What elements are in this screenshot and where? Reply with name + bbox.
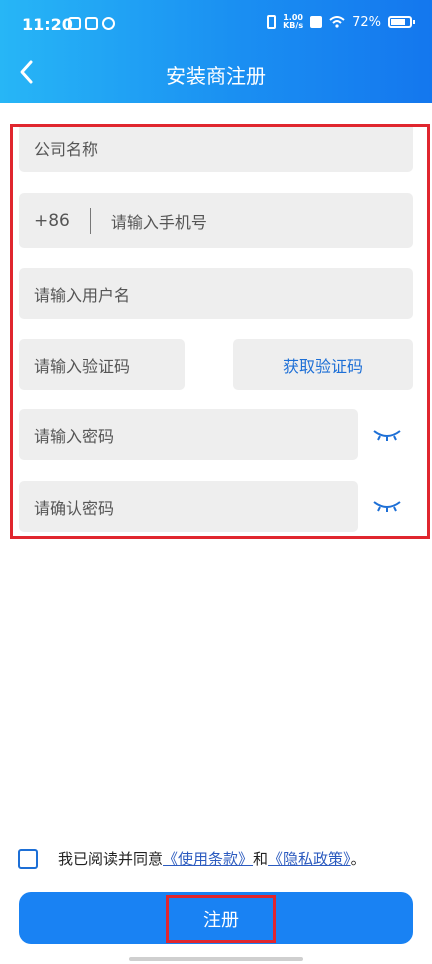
nfc-icon: [310, 16, 323, 28]
app-icon: [102, 17, 115, 30]
status-bar: 11:20 1.00 KB/s 72%: [0, 0, 432, 48]
home-indicator[interactable]: [129, 957, 303, 961]
agreement-text: 我已阅读并同意《使用条款》和《隐私政策》。: [58, 848, 366, 869]
privacy-link[interactable]: 《隐私政策》: [268, 850, 351, 868]
status-time: 11:20: [22, 15, 73, 34]
vibrate-icon: [267, 15, 277, 29]
calendar-icon: [85, 17, 98, 30]
terms-link[interactable]: 《使用条款》: [163, 850, 253, 868]
tiktok-icon: [68, 17, 81, 30]
battery-percent: 72%: [352, 14, 381, 30]
wifi-icon: [329, 16, 345, 28]
header: 11:20 1.00 KB/s 72% 安装商注册: [0, 0, 432, 103]
agreement-checkbox[interactable]: [18, 848, 38, 869]
agreement-suffix: 。: [350, 850, 366, 868]
form-highlight-frame: [10, 124, 430, 539]
net-speed: 1.00 KB/s: [283, 14, 303, 30]
register-page: 11:20 1.00 KB/s 72% 安装商注册 公司名称 +86 请输入手机…: [0, 0, 432, 964]
net-speed-unit: KB/s: [283, 21, 304, 30]
battery-icon: [388, 16, 415, 28]
register-label[interactable]: 注册: [166, 895, 276, 943]
status-right: 1.00 KB/s 72%: [267, 14, 415, 30]
notification-icons: [68, 17, 115, 30]
page-title: 安装商注册: [166, 64, 266, 88]
agreement-row: 我已阅读并同意《使用条款》和《隐私政策》。: [18, 848, 366, 869]
agreement-and: 和: [253, 850, 269, 868]
agreement-prefix: 我已阅读并同意: [58, 850, 164, 868]
